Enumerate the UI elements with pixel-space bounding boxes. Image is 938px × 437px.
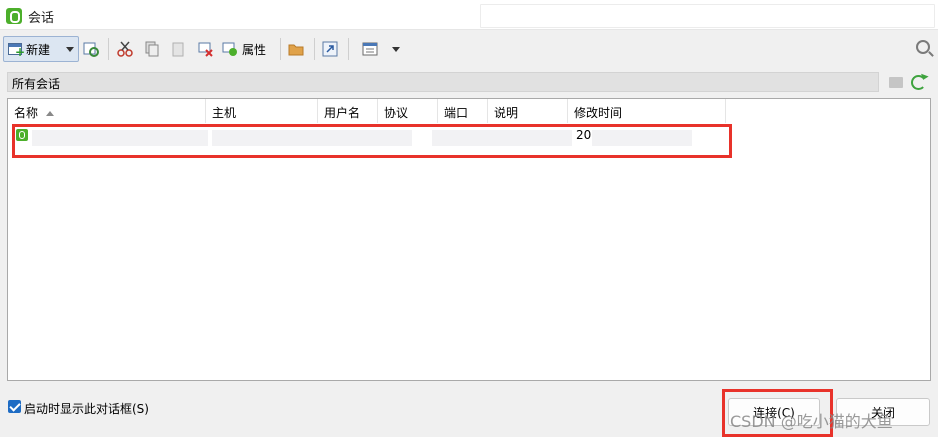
watermark: CSDN @吃小猫的大鱼 [730, 412, 893, 431]
new-folder-button[interactable] [286, 36, 306, 62]
toolbar-separator [348, 38, 349, 60]
column-header-description[interactable]: 说明 [488, 99, 568, 123]
folder-icon[interactable] [889, 77, 903, 88]
folder-path-label: 所有会话 [12, 77, 61, 91]
copy-icon [145, 41, 159, 57]
column-header-username[interactable]: 用户名 [318, 99, 378, 123]
show-on-startup-label: 启动时显示此对话框(S) [24, 402, 149, 416]
search-icon[interactable] [916, 40, 930, 54]
shortcut-arrow-icon [322, 41, 338, 57]
toolbar-separator [314, 38, 315, 60]
paste-icon [172, 42, 184, 57]
sort-ascending-icon [46, 111, 55, 116]
chevron-down-icon [66, 46, 74, 52]
delete-icon [198, 42, 213, 57]
cut-button[interactable] [115, 36, 135, 62]
column-header-protocol[interactable]: 协议 [378, 99, 438, 123]
session-folder-path: 所有会话 [7, 72, 879, 92]
delete-button[interactable] [196, 36, 216, 62]
search-input[interactable] [480, 4, 935, 28]
copy-button[interactable] [142, 36, 162, 62]
column-header-modified[interactable]: 修改时间 [568, 99, 726, 123]
column-header-port[interactable]: 端口 [438, 99, 488, 123]
toolbar: 新建 属性 [0, 34, 938, 64]
window-title: 会话 [28, 11, 55, 26]
quick-connect-icon [83, 42, 99, 57]
row-highlight-annotation [12, 124, 732, 158]
scissors-icon [117, 41, 133, 57]
column-header-host[interactable]: 主机 [206, 99, 318, 123]
paste-button[interactable] [168, 36, 188, 62]
chevron-down-icon [392, 46, 400, 52]
list-header: 名称 主机 用户名 协议 端口 说明 修改时间 [8, 99, 726, 123]
properties-label: 属性 [242, 42, 267, 57]
folder-icon [288, 44, 304, 56]
properties-button[interactable]: 属性 [222, 36, 272, 62]
view-dropdown-button[interactable] [390, 36, 402, 62]
toolbar-separator [108, 38, 109, 60]
view-button[interactable] [360, 36, 380, 62]
new-session-label: 新建 [26, 42, 51, 57]
column-header-name[interactable]: 名称 [8, 99, 206, 123]
app-logo-icon [6, 8, 22, 24]
properties-icon [222, 42, 237, 56]
new-session-icon [8, 43, 25, 58]
list-view-icon [362, 42, 378, 56]
quick-connect-button[interactable] [82, 36, 100, 62]
shortcut-button[interactable] [320, 36, 340, 62]
toolbar-separator [280, 38, 281, 60]
show-on-startup-checkbox[interactable] [8, 400, 21, 413]
refresh-icon[interactable] [911, 75, 926, 90]
new-dropdown-button[interactable] [63, 36, 77, 62]
